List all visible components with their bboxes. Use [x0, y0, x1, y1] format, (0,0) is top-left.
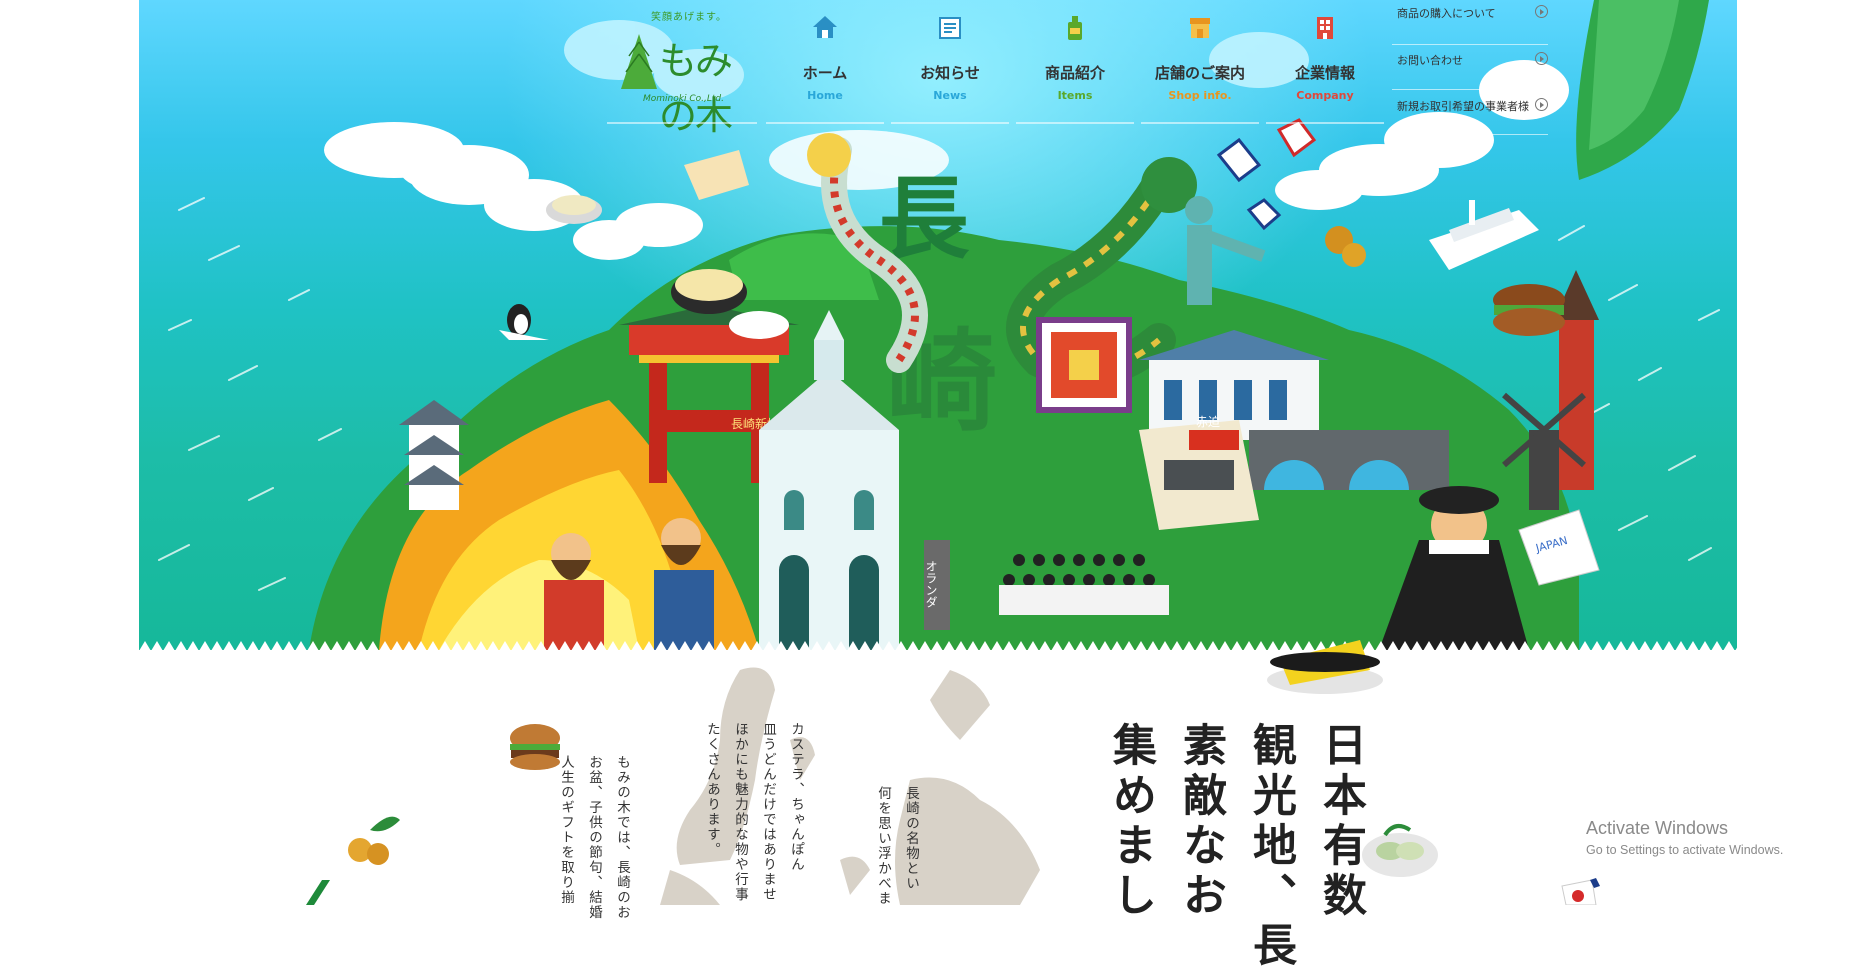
nav-divider [766, 122, 884, 124]
side-links: 商品の購入について お問い合わせ 新規お取引希望の事業者様 [1392, 0, 1548, 135]
nav-divider [607, 122, 757, 124]
nav-divider [1266, 122, 1384, 124]
heading-line: 日本有数 [1315, 722, 1366, 922]
pillar-text: オランダ [924, 560, 938, 608]
zigzag-border [139, 641, 1737, 650]
paragraph-line: たくさんあります。 [704, 722, 720, 857]
house-icon [813, 16, 837, 38]
intro-paragraph-1: 長崎の名物とい 何を思い浮かべま [869, 786, 925, 906]
paragraph-line: 皿うどんだけではありませ [760, 722, 776, 902]
nav-items-label: 商品紹介 [1044, 64, 1105, 82]
paragraph-line: カステラ、ちゃんぽん [788, 722, 804, 872]
loquat-fruit-icon [348, 816, 400, 865]
nav-divider [1141, 122, 1259, 124]
intro-paragraph-2: カステラ、ちゃんぽん 皿うどんだけではありませ ほかにも魅力的な物や行事 たくさ… [698, 722, 810, 902]
leaf-icon [306, 880, 330, 905]
nav-news[interactable]: お知らせ News [891, 14, 1009, 114]
hero-illustration: 長崎新地中華街 長 崎 [139, 0, 1737, 650]
logo-company-name: Mominoki Co.,Ltd. [643, 94, 724, 104]
nav-divider [891, 122, 1009, 124]
arrow-circle-icon [1535, 98, 1548, 111]
nav-home[interactable]: ホーム Home [766, 14, 884, 114]
nav-home-label: ホーム [802, 64, 848, 82]
fir-tree-icon [621, 34, 657, 89]
activate-windows-watermark: Activate Windows Go to Settings to activ… [1586, 818, 1783, 857]
purchase-info-link[interactable]: 商品の購入について [1392, 0, 1548, 45]
nav-company-sublabel: Company [1296, 89, 1354, 102]
tram-sign-text: 赤迫 [1196, 415, 1220, 429]
top-hat-icon [1267, 640, 1383, 694]
nav-news-sublabel: News [933, 89, 967, 102]
activate-title: Activate Windows [1586, 818, 1729, 838]
heading-line: 集めまし [1105, 722, 1156, 922]
intro-heading: 日本有数 観光地、長 素敵なお 集めまし [1095, 722, 1375, 972]
new-business-link[interactable]: 新規お取引希望の事業者様 [1392, 90, 1548, 135]
intro-paragraph-3: もみの木では、長崎のお お盆、子供の節句、結婚 人生のギフトを取り揃 [552, 755, 636, 920]
nav-divider [1016, 122, 1134, 124]
purchase-info-label: 商品の購入について [1397, 7, 1496, 20]
nav-home-sublabel: Home [807, 89, 843, 102]
nav-company[interactable]: 企業情報 Company [1266, 14, 1384, 114]
nav-items[interactable]: 商品紹介 Items [1016, 14, 1134, 114]
activate-subtitle: Go to Settings to activate Windows. [1586, 843, 1784, 857]
heading-line: 観光地、長 [1245, 722, 1296, 972]
paragraph-line: ほかにも魅力的な物や行事 [732, 722, 748, 902]
paragraph-line: 長崎の名物とい [903, 786, 919, 891]
nav-company-label: 企業情報 [1294, 64, 1355, 82]
contact-label: お問い合わせ [1397, 54, 1463, 67]
company-logo[interactable]: 笑顔あげます。 もみの木 Mominoki Co.,Ltd. [607, 6, 757, 138]
arrow-circle-icon [1535, 52, 1548, 65]
nav-shop-label: 店舗のご案内 [1154, 64, 1245, 82]
contact-link[interactable]: お問い合わせ [1392, 45, 1548, 90]
paragraph-line: 人生のギフトを取り揃 [558, 755, 574, 905]
logo-tagline: 笑顔あげます。 [651, 12, 727, 23]
paragraph-line: お盆、子供の節句、結婚 [586, 755, 602, 920]
paragraph-line: 何を思い浮かべま [875, 786, 891, 906]
nav-shop-info[interactable]: 店舗のご案内 Shop info. [1141, 14, 1259, 114]
nav-news-label: お知らせ [920, 64, 980, 82]
nav-shop-sublabel: Shop info. [1168, 89, 1232, 102]
arrow-circle-icon [1535, 5, 1548, 18]
bottle-icon [1068, 16, 1082, 40]
building-icon [1317, 17, 1333, 39]
heading-line: 素敵なお [1175, 722, 1226, 922]
japan-flag-icon [1561, 878, 1600, 905]
shop-icon [1190, 18, 1210, 38]
new-business-label: 新規お取引希望の事業者様 [1397, 100, 1529, 113]
paragraph-line: もみの木では、長崎のお [614, 755, 630, 920]
nav-items-sublabel: Items [1057, 89, 1093, 102]
newspaper-icon [939, 17, 961, 39]
